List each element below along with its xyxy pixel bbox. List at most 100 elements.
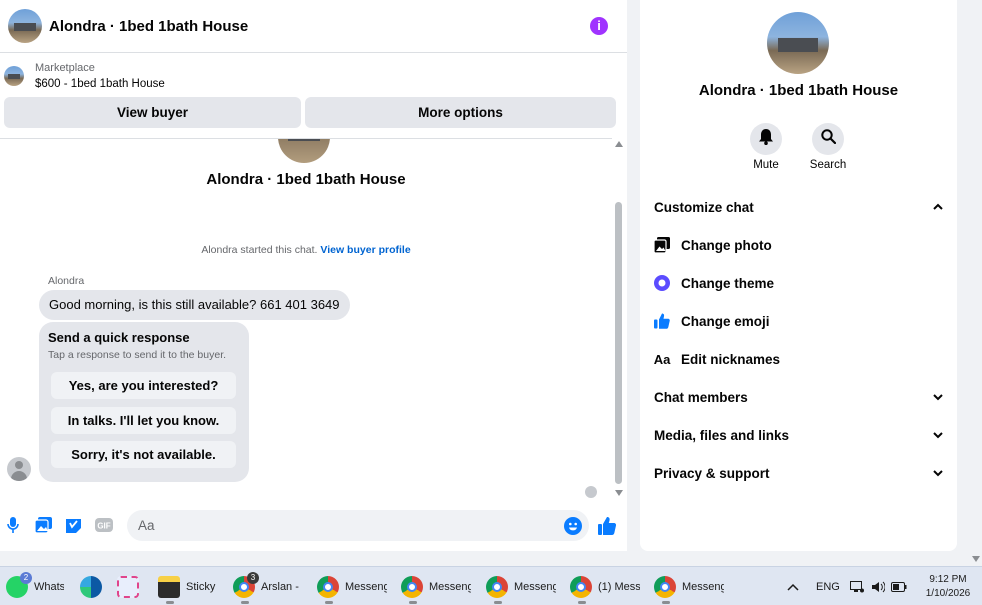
sender-name: Alondra xyxy=(48,275,85,287)
chat-panel: Alondra · 1bed 1bath House i Marketplace… xyxy=(0,0,627,551)
clock-date: 1/10/2026 xyxy=(925,588,971,599)
chevron-down-icon xyxy=(932,467,944,482)
message-bubble[interactable]: Good morning, is this still available? 6… xyxy=(39,290,350,320)
listing-thumbnail xyxy=(4,66,24,86)
info-avatar[interactable] xyxy=(767,12,829,74)
active-indicator xyxy=(409,601,417,604)
like-icon[interactable] xyxy=(597,516,617,536)
network-icon[interactable] xyxy=(850,567,864,605)
chrome-icon xyxy=(486,575,508,598)
quick-response-yes-button[interactable]: Yes, are you interested? xyxy=(51,372,236,399)
active-indicator xyxy=(166,601,174,604)
info-icon[interactable]: i xyxy=(590,17,608,35)
chrome-icon xyxy=(570,575,592,598)
scroll-thumb[interactable] xyxy=(615,202,622,484)
chat-started-text: Alondra started this chat. xyxy=(201,244,318,256)
quick-response-subtitle: Tap a response to send it to the buyer. xyxy=(48,349,227,361)
message-scrollbar[interactable] xyxy=(613,138,625,502)
notification-badge: 3 xyxy=(247,571,259,584)
marketplace-label: Marketplace xyxy=(35,62,95,74)
edit-nicknames-label: Edit nicknames xyxy=(681,351,781,367)
chrome-icon: 3 xyxy=(233,571,259,598)
emoji-icon[interactable] xyxy=(564,517,582,535)
taskbar-chrome-arslan[interactable]: 3 Arslan - ( xyxy=(233,567,305,605)
sender-avatar[interactable] xyxy=(7,457,31,481)
active-indicator xyxy=(578,601,586,604)
active-indicator xyxy=(494,601,502,604)
change-emoji-option[interactable]: Change emoji xyxy=(654,311,944,331)
battery-icon[interactable] xyxy=(891,567,907,605)
customize-chat-label: Customize chat xyxy=(654,199,754,215)
chat-avatar[interactable] xyxy=(8,9,42,43)
quick-response-not-available-button[interactable]: Sorry, it's not available. xyxy=(51,441,236,468)
volume-icon[interactable] xyxy=(871,567,885,605)
page-scroll-down-arrow-icon[interactable] xyxy=(972,556,980,562)
active-indicator xyxy=(662,601,670,604)
conversation-title: Alondra · 1bed 1bath House xyxy=(206,171,406,188)
taskbar-sticky-notes[interactable]: Sticky N xyxy=(158,567,220,605)
customize-chat-section[interactable]: Customize chat xyxy=(654,197,944,217)
view-buyer-button[interactable]: View buyer xyxy=(4,97,301,128)
privacy-support-section[interactable]: Privacy & support xyxy=(654,463,944,483)
sticky-notes-icon xyxy=(158,575,180,598)
scroll-up-arrow-icon[interactable] xyxy=(615,141,623,147)
taskbar-label: Sticky N xyxy=(186,580,219,593)
message-composer: GIF xyxy=(0,507,627,545)
mute-button[interactable] xyxy=(750,123,782,155)
chevron-down-icon xyxy=(932,391,944,406)
chevron-up-icon xyxy=(932,201,944,216)
edit-nicknames-option[interactable]: Aa Edit nicknames xyxy=(654,349,944,369)
chat-members-section[interactable]: Chat members xyxy=(654,387,944,407)
language-indicator[interactable]: ENG xyxy=(816,567,840,605)
view-buyer-profile-link[interactable]: View buyer profile xyxy=(320,244,410,256)
media-files-links-section[interactable]: Media, files and links xyxy=(654,425,944,445)
chat-title[interactable]: Alondra · 1bed 1bath House xyxy=(49,18,248,35)
taskbar-chrome-messenger-4[interactable]: (1) Messe xyxy=(570,567,642,605)
mute-label: Mute xyxy=(753,159,779,171)
change-photo-option[interactable]: Change photo xyxy=(654,235,944,255)
whatsapp-icon: 2 xyxy=(6,571,32,598)
taskbar-whatsapp[interactable]: 2 Whatsa xyxy=(6,567,68,605)
thumbs-up-icon xyxy=(654,313,670,329)
quick-response-card: Send a quick response Tap a response to … xyxy=(39,322,249,482)
search-label: Search xyxy=(809,159,847,171)
marketplace-listing[interactable]: Marketplace $600 - 1bed 1bath House xyxy=(4,62,165,90)
message-list[interactable]: Alondra · 1bed 1bath House Alondra start… xyxy=(0,138,612,502)
system-clock[interactable]: 9:12 PM 1/10/2026 xyxy=(918,573,978,601)
taskbar-label: Whatsa xyxy=(34,580,64,593)
taskbar-chrome-messenger-1[interactable]: Messeng xyxy=(317,567,389,605)
notification-badge: 2 xyxy=(20,571,32,584)
more-options-button[interactable]: More options xyxy=(305,97,616,128)
chrome-icon xyxy=(317,575,339,598)
photo-icon[interactable] xyxy=(34,516,52,534)
taskbar-chrome-messenger-5[interactable]: Messeng xyxy=(654,567,726,605)
search-icon xyxy=(820,129,836,149)
info-title: Alondra · 1bed 1bath House xyxy=(698,82,899,99)
microphone-icon[interactable] xyxy=(4,516,22,534)
taskbar-edge[interactable] xyxy=(80,567,102,605)
show-hidden-icons-button[interactable] xyxy=(787,567,799,605)
edge-icon xyxy=(80,575,102,598)
chevron-up-icon xyxy=(787,583,799,591)
active-indicator xyxy=(325,601,333,604)
taskbar-chrome-messenger-2[interactable]: Messeng xyxy=(401,567,473,605)
clock-time: 9:12 PM xyxy=(929,574,967,585)
taskbar-label: Messeng xyxy=(429,580,471,593)
chat-members-label: Chat members xyxy=(654,389,748,405)
taskbar-label: Messeng xyxy=(514,580,556,593)
message-input[interactable] xyxy=(127,510,589,541)
search-button[interactable] xyxy=(812,123,844,155)
change-emoji-label: Change emoji xyxy=(681,313,770,329)
quick-response-in-talks-button[interactable]: In talks. I'll let you know. xyxy=(51,407,236,434)
change-theme-option[interactable]: Change theme xyxy=(654,273,944,293)
chat-started-notice: Alondra started this chat. View buyer pr… xyxy=(0,244,612,256)
taskbar-chrome-messenger-3[interactable]: Messeng xyxy=(486,567,558,605)
chrome-icon xyxy=(654,575,676,598)
taskbar-snipping-tool[interactable] xyxy=(117,567,139,605)
taskbar-label: Arslan - ( xyxy=(261,580,301,593)
nickname-icon: Aa xyxy=(653,351,671,367)
bell-icon xyxy=(759,128,773,150)
gif-icon[interactable]: GIF xyxy=(95,516,113,534)
scroll-down-arrow-icon[interactable] xyxy=(615,490,623,496)
sticker-icon[interactable] xyxy=(64,516,82,534)
